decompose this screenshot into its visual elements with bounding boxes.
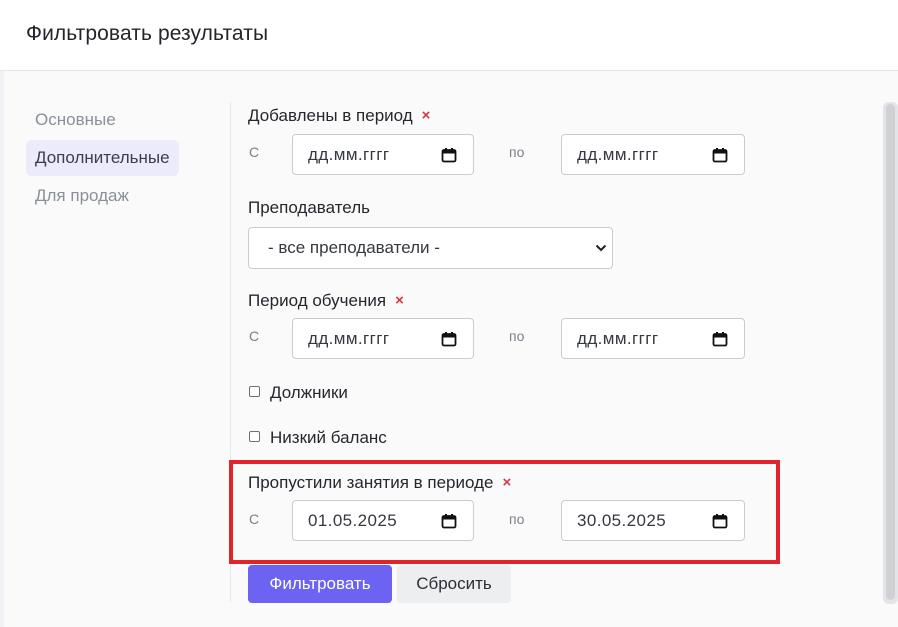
teacher-label: Преподаватель	[248, 198, 370, 217]
study-period-from-label: С	[249, 328, 260, 344]
debtors-label[interactable]: Должники	[270, 383, 348, 403]
calendar-icon[interactable]	[441, 147, 457, 163]
study-period-label: Период обучения ×	[248, 291, 404, 311]
added-period-label-text: Добавлены в период	[248, 106, 413, 125]
scrollbar-thumb[interactable]	[886, 104, 895, 600]
modal-header: Фильтровать результаты	[0, 0, 898, 71]
low-balance-label[interactable]: Низкий баланс	[270, 428, 387, 448]
sidebar-item-basic[interactable]: Основные	[26, 102, 125, 138]
teacher-select[interactable]: - все преподаватели -	[248, 227, 613, 269]
debtors-checkbox[interactable]	[249, 386, 260, 397]
missed-classes-from-label: С	[249, 511, 260, 527]
study-period-to-input[interactable]: дд.мм.гггг	[561, 318, 745, 359]
remove-missed-classes-icon[interactable]: ×	[502, 474, 511, 491]
scrollbar[interactable]	[883, 102, 898, 604]
remove-study-period-icon[interactable]: ×	[395, 292, 404, 309]
filter-sidebar: Основные Дополнительные Для продаж	[26, 102, 196, 216]
sidebar-item-additional[interactable]: Дополнительные	[26, 140, 179, 176]
calendar-icon[interactable]	[712, 331, 728, 347]
remove-added-period-icon[interactable]: ×	[422, 107, 431, 124]
added-period-to-value: дд.мм.гггг	[577, 145, 659, 164]
added-period-label: Добавлены в период ×	[248, 106, 430, 126]
low-balance-checkbox[interactable]	[249, 431, 260, 442]
added-period-from-label: С	[249, 144, 260, 160]
calendar-icon[interactable]	[441, 331, 457, 347]
missed-classes-label: Пропустили занятия в периоде ×	[248, 473, 511, 493]
study-period-to-value: дд.мм.гггг	[577, 329, 659, 348]
calendar-icon[interactable]	[441, 513, 457, 529]
study-period-from-value: дд.мм.гггг	[308, 329, 390, 348]
sidebar-item-sales[interactable]: Для продаж	[26, 178, 138, 214]
missed-classes-from-input[interactable]: 01.05.2025	[292, 500, 474, 541]
study-period-to-label: по	[509, 328, 525, 344]
added-period-to-label: по	[509, 144, 525, 160]
filter-button[interactable]: Фильтровать	[248, 565, 392, 603]
missed-classes-to-label: по	[509, 511, 525, 527]
missed-classes-label-text: Пропустили занятия в периоде	[248, 473, 494, 492]
missed-classes-from-value: 01.05.2025	[308, 511, 398, 530]
missed-classes-to-input[interactable]: 30.05.2025	[561, 500, 745, 541]
added-period-from-input[interactable]: дд.мм.гггг	[292, 134, 474, 175]
chevron-down-icon	[595, 244, 607, 252]
missed-classes-to-value: 30.05.2025	[577, 511, 667, 530]
teacher-selected-value: - все преподаватели -	[268, 238, 440, 257]
added-period-to-input[interactable]: дд.мм.гггг	[561, 134, 745, 175]
study-period-label-text: Период обучения	[248, 291, 387, 310]
filter-modal: Фильтровать результаты Основные Дополнит…	[0, 0, 898, 627]
study-period-from-input[interactable]: дд.мм.гггг	[292, 318, 474, 359]
modal-title: Фильтровать результаты	[26, 22, 269, 45]
added-period-from-value: дд.мм.гггг	[308, 145, 390, 164]
calendar-icon[interactable]	[712, 147, 728, 163]
reset-button[interactable]: Сбросить	[397, 565, 511, 603]
calendar-icon[interactable]	[712, 513, 728, 529]
